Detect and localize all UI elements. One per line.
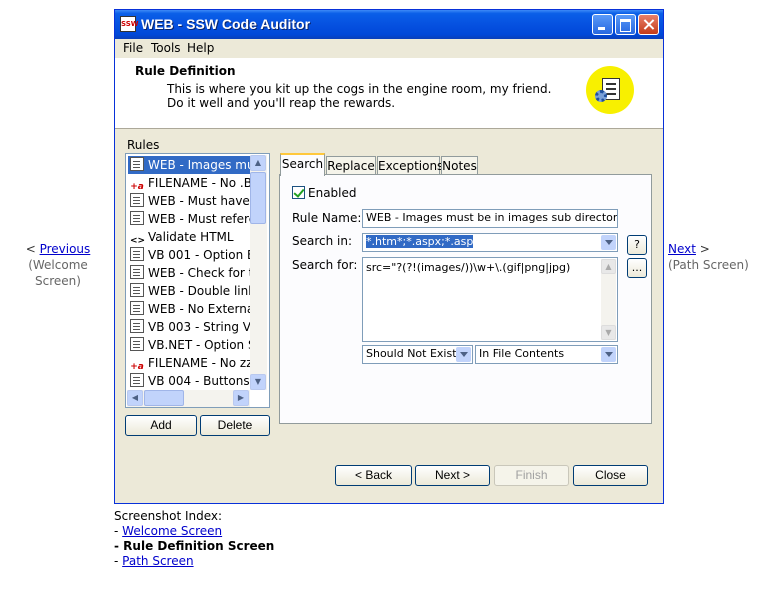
- rule-doc-icon: [130, 373, 144, 387]
- chevron-down-icon[interactable]: [601, 347, 616, 362]
- chevron-down-icon[interactable]: [601, 235, 616, 250]
- previous-subtitle: (Welcome Screen): [28, 258, 88, 288]
- rule-doc-icon: [130, 265, 144, 279]
- rule-item[interactable]: VB.NET - Option Stri: [128, 336, 250, 354]
- rule-item[interactable]: WEB - Check for title: [128, 264, 250, 282]
- condition-dropdown[interactable]: Should Not Exist: [362, 345, 473, 364]
- rule-doc-icon: [130, 247, 144, 261]
- tab-exceptions[interactable]: Exceptions: [377, 156, 443, 175]
- rule-item[interactable]: WEB - Double links t: [128, 282, 250, 300]
- html-tag-icon: <>: [130, 236, 146, 246]
- next-button[interactable]: Next >: [415, 465, 490, 486]
- horizontal-scroll-thumb[interactable]: [144, 390, 184, 406]
- rule-item[interactable]: VB 001 - Option Expl: [128, 246, 250, 264]
- minimize-button[interactable]: [592, 14, 613, 35]
- enabled-checkbox[interactable]: [292, 186, 305, 199]
- rule-doc-icon: [130, 319, 144, 333]
- scroll-down-icon[interactable]: ▼: [601, 325, 616, 340]
- help-button[interactable]: ?: [627, 235, 647, 255]
- vertical-scroll-thumb[interactable]: [250, 172, 266, 224]
- search-in-label: Search in:: [292, 234, 353, 248]
- search-for-label: Search for:: [292, 258, 358, 272]
- add-rule-button[interactable]: Add: [125, 415, 197, 436]
- rule-item[interactable]: VB 004 - Buttons nee: [128, 372, 250, 390]
- scroll-left-icon[interactable]: ◀: [127, 390, 143, 406]
- gear-icon: [595, 90, 607, 102]
- rule-item[interactable]: +aFILENAME - No zz-e: [128, 354, 250, 372]
- index-title: Screenshot Index:: [114, 509, 223, 523]
- tab-search[interactable]: Search: [280, 153, 325, 176]
- rule-doc-icon: [130, 211, 144, 225]
- scroll-down-icon[interactable]: ▼: [250, 374, 266, 390]
- next-nav: Next > (Path Screen): [668, 241, 758, 273]
- index-link-welcome[interactable]: Welcome Screen: [122, 524, 222, 538]
- rules-list[interactable]: WEB - Images must b +aFILENAME - No .BMP…: [125, 153, 270, 408]
- browse-button[interactable]: ...: [627, 258, 647, 278]
- scroll-up-icon[interactable]: ▲: [250, 155, 266, 171]
- menu-file[interactable]: File: [123, 41, 143, 55]
- index-link-path[interactable]: Path Screen: [122, 554, 193, 568]
- rule-name-input[interactable]: WEB - Images must be in images sub direc…: [362, 209, 618, 228]
- index-current-rule-definition: Rule Definition Screen: [123, 539, 275, 553]
- screenshot-index: Screenshot Index: - Welcome Screen - Rul…: [114, 509, 274, 569]
- menu-help[interactable]: Help: [187, 41, 214, 55]
- finish-button[interactable]: Finish: [494, 465, 569, 486]
- previous-link[interactable]: Previous: [40, 242, 91, 256]
- rule-item[interactable]: WEB - No External Li: [128, 300, 250, 318]
- page-title: Rule Definition: [135, 64, 236, 78]
- previous-nav: < Previous (Welcome Screen): [4, 241, 112, 289]
- scroll-right-icon[interactable]: ▶: [233, 390, 249, 406]
- search-for-scrollbar[interactable]: ▲ ▼: [601, 259, 616, 340]
- scope-dropdown[interactable]: In File Contents: [475, 345, 618, 364]
- rule-item[interactable]: <> Validate HTML: [128, 228, 250, 246]
- tab-replace[interactable]: Replace: [326, 156, 376, 175]
- enabled-label: Enabled: [308, 186, 357, 200]
- rule-doc-icon: [130, 157, 144, 171]
- search-for-textarea[interactable]: src="?(?!(images/))\w+\.(gif|png|jpg) ▲ …: [362, 257, 618, 342]
- search-in-dropdown[interactable]: *.htm*;*.aspx;*.asp: [362, 233, 618, 252]
- rules-label: Rules: [127, 138, 160, 152]
- title-bar[interactable]: SSW WEB - SSW Code Auditor: [115, 10, 663, 39]
- menu-tools[interactable]: Tools: [151, 41, 181, 55]
- index-item: - Rule Definition Screen: [114, 539, 275, 553]
- tab-notes[interactable]: Notes: [441, 156, 478, 175]
- search-tab-panel: Enabled Rule Name: WEB - Images must be …: [279, 174, 652, 424]
- index-item: - Path Screen: [114, 554, 194, 568]
- rule-checklist-icon: [586, 66, 634, 114]
- filename-rule-icon: +a: [130, 362, 144, 372]
- menu-bar: File Tools Help: [115, 39, 663, 58]
- app-window: SSW WEB - SSW Code Auditor File Tools He…: [114, 9, 664, 504]
- window-title: WEB - SSW Code Auditor: [141, 16, 311, 32]
- rule-doc-icon: [130, 301, 144, 315]
- next-link[interactable]: Next: [668, 242, 696, 256]
- header-panel: Rule Definition This is where you kit up…: [115, 58, 663, 129]
- filename-rule-icon: +a: [130, 182, 144, 192]
- rule-name-label: Rule Name:: [292, 211, 362, 225]
- rule-item[interactable]: WEB - Must refered t: [128, 210, 250, 228]
- scroll-up-icon[interactable]: ▲: [601, 259, 616, 274]
- close-window-button[interactable]: [638, 14, 659, 35]
- rule-item[interactable]: WEB - Must have SS: [128, 192, 250, 210]
- rule-item[interactable]: WEB - Images must b: [128, 156, 250, 174]
- chevron-down-icon[interactable]: [456, 347, 471, 362]
- index-item: - Welcome Screen: [114, 524, 223, 538]
- app-logo-icon: SSW: [120, 16, 139, 32]
- rule-doc-icon: [130, 283, 144, 297]
- next-subtitle: (Path Screen): [668, 258, 749, 272]
- next-arrow: >: [699, 242, 710, 256]
- page-description: This is where you kit up the cogs in the…: [167, 82, 552, 110]
- rule-item[interactable]: +aFILENAME - No .BMP: [128, 174, 250, 192]
- maximize-button[interactable]: [615, 14, 636, 35]
- rule-doc-icon: [130, 193, 144, 207]
- previous-arrow: <: [25, 242, 36, 256]
- back-button[interactable]: < Back: [335, 465, 412, 486]
- rules-vertical-scrollbar[interactable]: ▲ ▼: [250, 155, 267, 390]
- delete-rule-button[interactable]: Delete: [200, 415, 270, 436]
- close-button[interactable]: Close: [573, 465, 648, 486]
- rule-doc-icon: [130, 337, 144, 351]
- rule-item[interactable]: VB 003 - String Varia: [128, 318, 250, 336]
- rules-horizontal-scrollbar[interactable]: ◀ ▶: [127, 390, 250, 407]
